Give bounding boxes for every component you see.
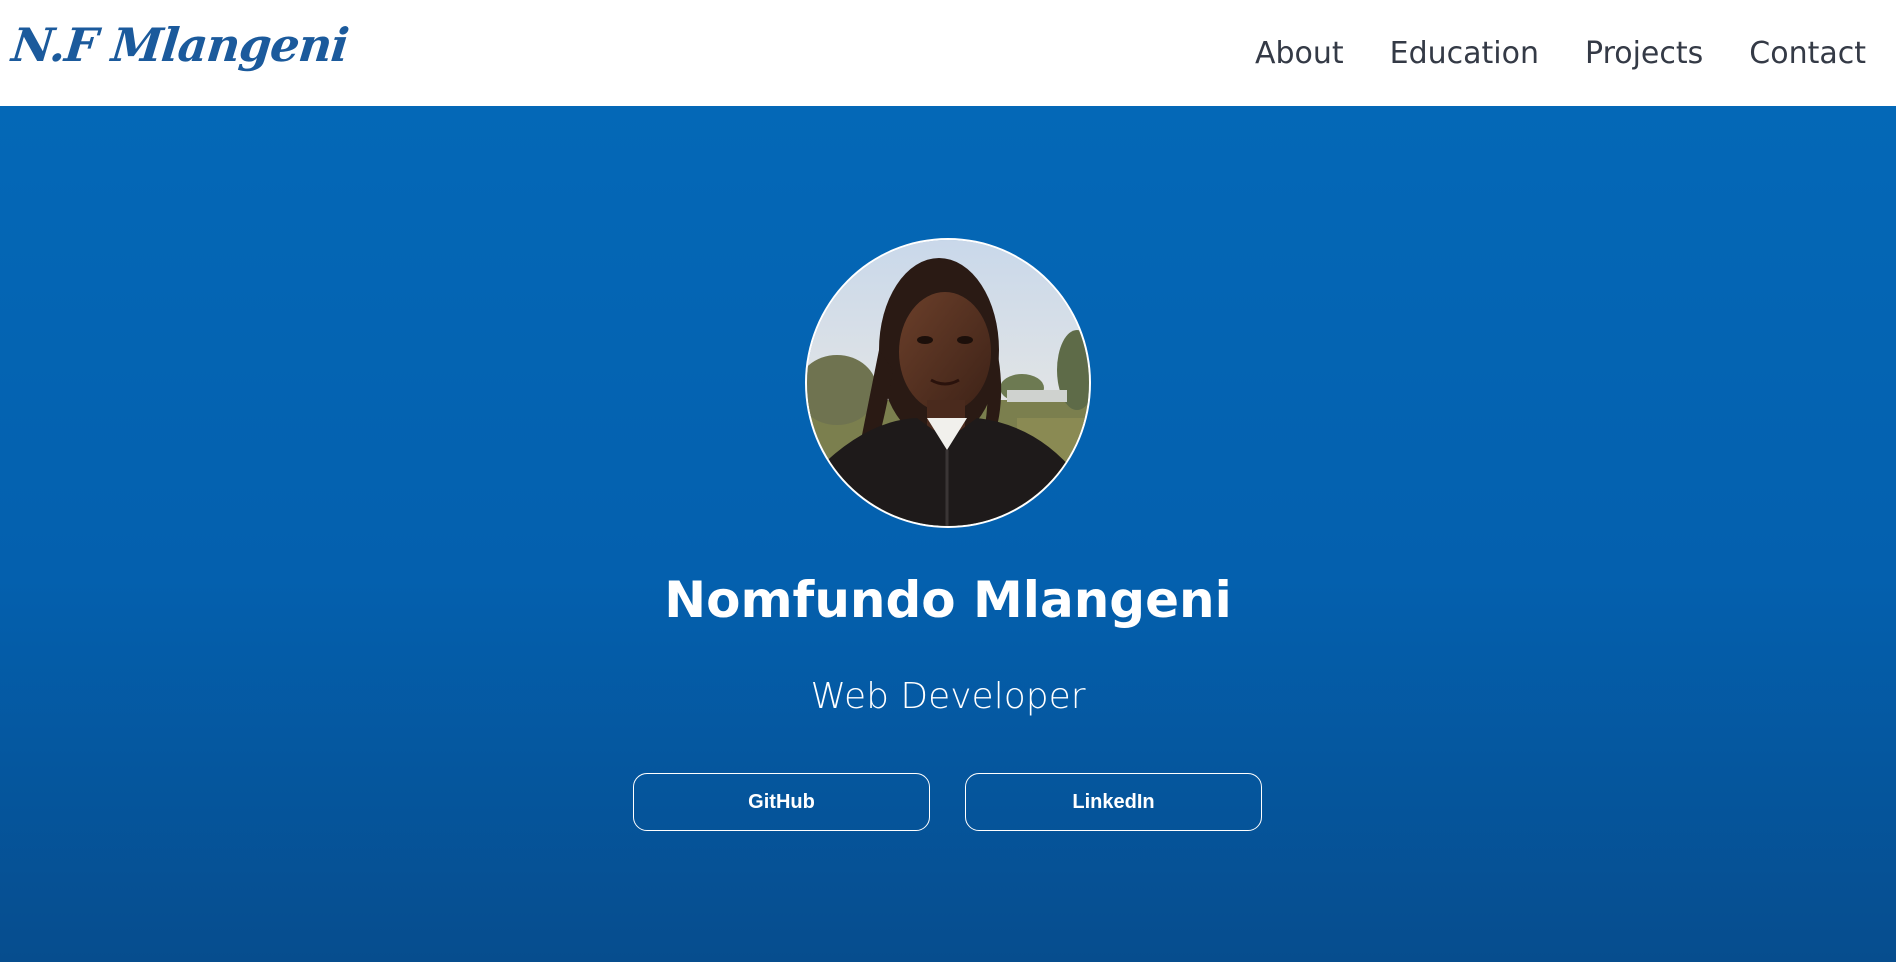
github-button[interactable]: GitHub — [633, 773, 930, 831]
hero-name: Nomfundo Mlangeni — [664, 571, 1232, 629]
hero-section: Nomfundo Mlangeni Web Developer GitHub L… — [0, 106, 1896, 962]
navbar: N.F Mlangeni About Education Projects Co… — [0, 0, 1896, 106]
nav-menu: About Education Projects Contact — [1255, 0, 1866, 106]
nav-link-about[interactable]: About — [1255, 36, 1344, 71]
nav-link-contact[interactable]: Contact — [1749, 36, 1866, 71]
site-logo[interactable]: N.F Mlangeni — [9, 18, 350, 72]
profile-photo — [805, 238, 1091, 528]
hero-role: Web Developer — [810, 676, 1086, 717]
nav-link-projects[interactable]: Projects — [1585, 36, 1703, 71]
linkedin-button[interactable]: LinkedIn — [965, 773, 1262, 831]
nav-link-education[interactable]: Education — [1390, 36, 1539, 71]
